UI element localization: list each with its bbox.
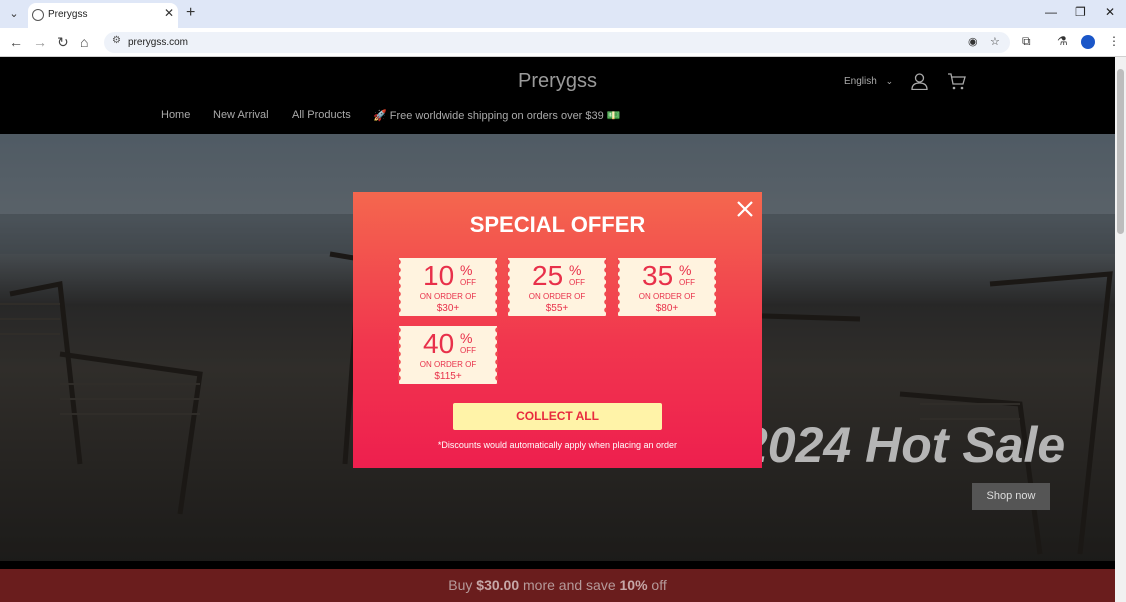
window-close-button[interactable]: ✕ xyxy=(1105,5,1115,19)
coupon-threshold: $80+ xyxy=(655,303,679,314)
percent-sign: % xyxy=(679,262,692,278)
coupon-card[interactable]: 40 % OFF ON ORDER OF $115+ xyxy=(398,326,497,384)
promo-prefix: Buy xyxy=(448,577,477,593)
tab-search-icon[interactable]: ⌄ xyxy=(6,6,22,22)
language-label: English xyxy=(844,76,877,87)
coupon-on-order: ON ORDER OF xyxy=(419,360,477,369)
promo-discount: 10% xyxy=(619,577,648,593)
nav-new-arrival[interactable]: New Arrival xyxy=(213,109,269,121)
coupon-card[interactable]: 25 % OFF ON ORDER OF $55+ xyxy=(507,258,606,316)
coupon-off: OFF xyxy=(569,278,585,287)
coupon-on-order: ON ORDER OF xyxy=(419,292,477,301)
address-bar[interactable]: ⚙ prerygss.com ◉ ☆ xyxy=(104,32,1010,53)
extensions-icon[interactable]: ⧉ xyxy=(1022,34,1031,49)
home-icon[interactable]: ⌂ xyxy=(80,34,88,50)
new-tab-button[interactable]: + xyxy=(186,4,195,22)
coupon-off: OFF xyxy=(679,278,695,287)
percent-sign: % xyxy=(569,262,582,278)
promo-bar: Buy $30.00 more and save 10% off xyxy=(0,569,1115,602)
site-info-icon[interactable]: ⚙ xyxy=(112,35,121,46)
eye-off-icon[interactable]: ◉ xyxy=(968,35,978,48)
coupon-percent: 35 xyxy=(642,260,674,291)
reload-icon[interactable]: ↻ xyxy=(57,34,69,51)
shop-now-button[interactable]: Shop now xyxy=(972,483,1050,510)
star-icon[interactable]: ☆ xyxy=(990,35,1000,48)
discount-note: *Discounts would automatically apply whe… xyxy=(437,440,678,450)
nav-home[interactable]: Home xyxy=(161,109,190,121)
scrollbar-thumb[interactable] xyxy=(1117,69,1124,234)
percent-sign: % xyxy=(460,262,473,278)
coupon-on-order: ON ORDER OF xyxy=(528,292,586,301)
cart-icon[interactable] xyxy=(947,73,966,90)
coupon-card[interactable]: 10 % OFF ON ORDER OF $30+ xyxy=(398,258,497,316)
coupon-threshold: $115+ xyxy=(434,371,462,382)
coupon-percent: 25 xyxy=(532,260,564,291)
promo-suffix: off xyxy=(647,577,667,593)
chevron-down-icon: ⌄ xyxy=(885,76,894,86)
coupon-off: OFF xyxy=(460,346,476,355)
collect-all-button[interactable]: COLLECT ALL xyxy=(453,403,662,430)
minimize-button[interactable]: — xyxy=(1045,5,1057,19)
promo-middle: more and save xyxy=(519,577,620,593)
back-icon[interactable]: ← xyxy=(9,34,23,50)
tab-title: Prerygss xyxy=(48,9,88,20)
coupon-percent: 40 xyxy=(423,328,455,359)
special-offer-modal: SPECIAL OFFER 10 % OFF ON ORDER OF $30+ … xyxy=(353,192,762,468)
browser-tab[interactable]: Prerygss ✕ xyxy=(28,3,178,28)
menu-kebab-icon[interactable]: ⋮ xyxy=(1108,34,1120,48)
coupon-percent: 10 xyxy=(423,260,455,291)
user-account-icon[interactable] xyxy=(911,73,928,90)
labs-icon[interactable]: ⚗ xyxy=(1057,34,1068,48)
nav-all-products[interactable]: All Products xyxy=(292,109,351,121)
globe-icon xyxy=(32,9,44,21)
url-text[interactable]: prerygss.com xyxy=(128,37,188,48)
browser-toolbar: ← → ↻ ⌂ ⚙ prerygss.com ◉ ☆ ⧉ ⚗ ⋮ xyxy=(0,28,1126,57)
coupon-off: OFF xyxy=(460,278,476,287)
percent-sign: % xyxy=(460,330,473,346)
hero-title: 2024 Hot Sale xyxy=(740,417,1066,473)
coupon-on-order: ON ORDER OF xyxy=(638,292,696,301)
browser-tabbar: ⌄ Prerygss ✕ + — ❐ ✕ xyxy=(0,0,1126,28)
language-selector[interactable]: English ⌄ xyxy=(844,76,893,87)
promo-amount: $30.00 xyxy=(476,577,520,593)
profile-avatar-icon[interactable] xyxy=(1081,35,1095,49)
site-header: Prerygss English ⌄ Home New Arrival All … xyxy=(0,57,1115,134)
coupon-threshold: $55+ xyxy=(545,303,569,314)
forward-icon[interactable]: → xyxy=(33,34,47,50)
nav-shipping-notice[interactable]: 🚀 Free worldwide shipping on orders over… xyxy=(373,109,621,122)
scrollbar[interactable] xyxy=(1115,57,1126,602)
tab-close-icon[interactable]: ✕ xyxy=(164,6,174,20)
modal-title: SPECIAL OFFER xyxy=(469,212,646,237)
coupon-card[interactable]: 35 % OFF ON ORDER OF $80+ xyxy=(617,258,716,316)
maximize-button[interactable]: ❐ xyxy=(1075,5,1086,19)
coupon-threshold: $30+ xyxy=(436,303,460,314)
